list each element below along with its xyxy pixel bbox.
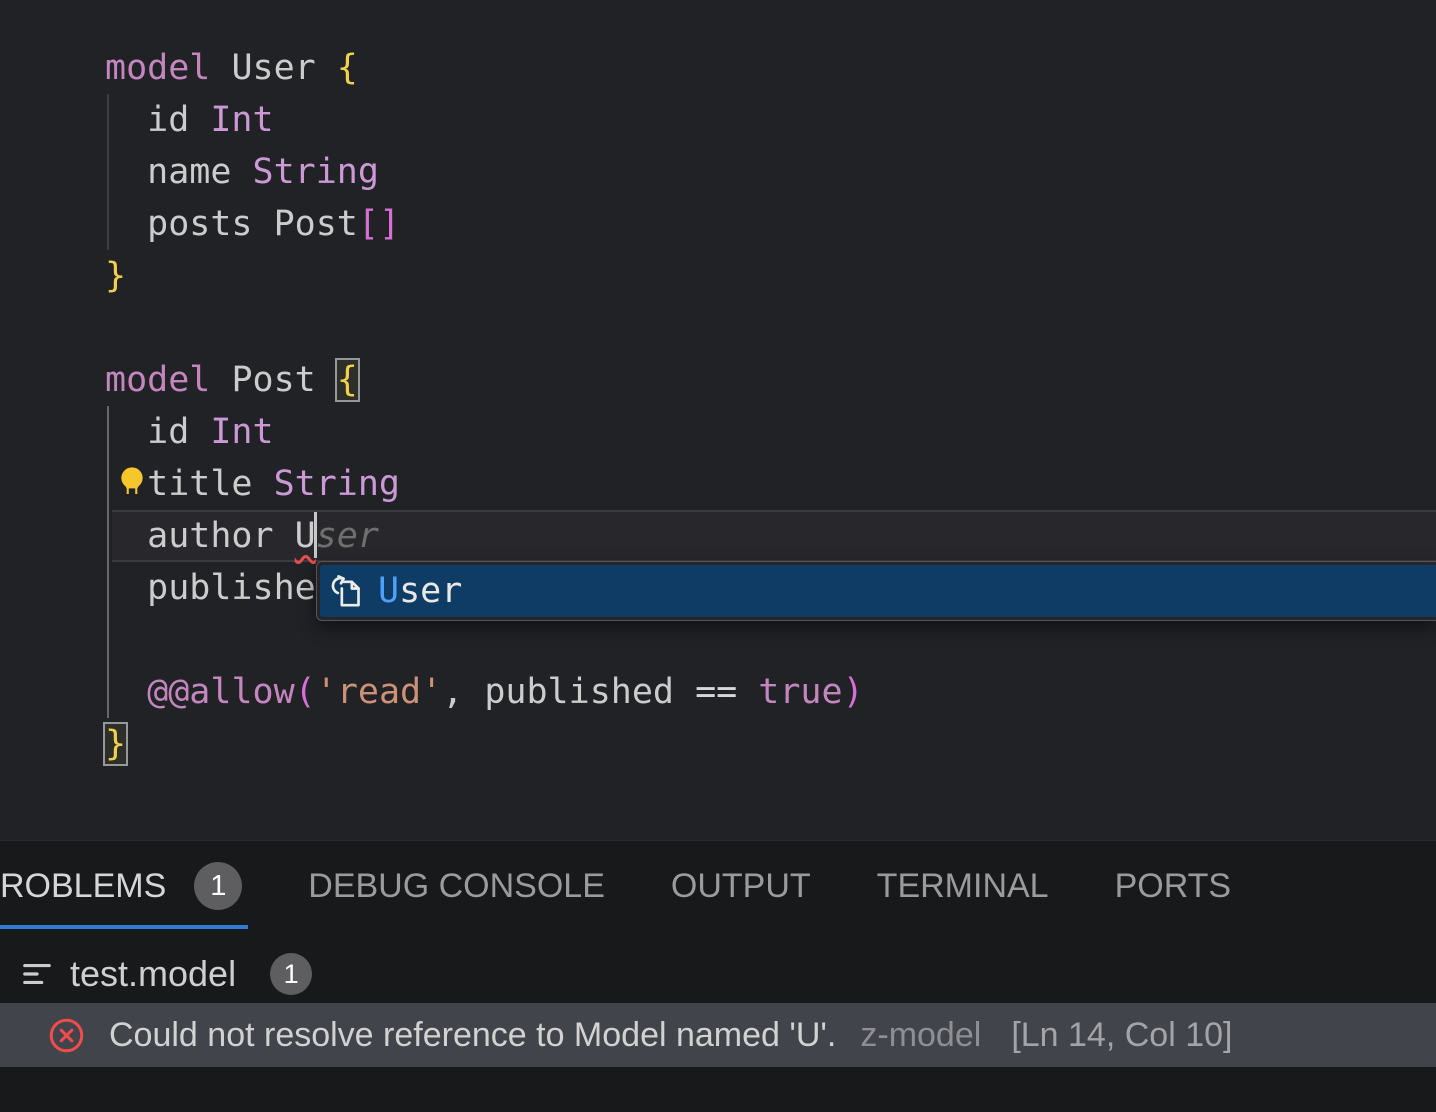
lightbulb-icon[interactable] xyxy=(116,464,148,504)
code-line[interactable]: model Post { xyxy=(0,354,1436,406)
problem-row[interactable]: Could not resolve reference to Model nam… xyxy=(0,1003,1436,1067)
code-token: 'read' xyxy=(316,672,442,712)
code-token: U xyxy=(295,516,316,556)
code-token: { xyxy=(337,48,358,88)
code-line[interactable]: id Int xyxy=(0,406,1436,458)
tab-badge: 1 xyxy=(194,862,242,910)
code-line[interactable]: name String xyxy=(0,146,1436,198)
code-token: String xyxy=(253,152,379,192)
problems-file-group[interactable]: test.model 1 xyxy=(0,945,1436,1003)
code-token: == xyxy=(695,672,758,712)
tab-output[interactable]: OUTPUT xyxy=(671,841,811,931)
suggest-item-user[interactable]: User xyxy=(320,565,1436,617)
code-line[interactable]: title String xyxy=(0,458,1436,510)
code-token: id xyxy=(105,100,210,140)
code-line[interactable]: author User xyxy=(0,510,1436,562)
code-token: Int xyxy=(210,412,273,452)
zmodel-file-icon xyxy=(22,959,52,989)
code-line[interactable]: @@allow('read', published == true) xyxy=(0,666,1436,718)
code-token: name xyxy=(105,152,253,192)
code-line[interactable]: } xyxy=(0,718,1436,770)
problem-source: z-model xyxy=(860,1016,981,1055)
code-token: Int xyxy=(210,100,273,140)
code-token: User xyxy=(231,48,336,88)
tab-label: TERMINAL xyxy=(877,867,1049,906)
suggest-label: User xyxy=(378,571,462,611)
tab-label: OUTPUT xyxy=(671,867,811,906)
tab-debug-console[interactable]: DEBUG CONSOLE xyxy=(308,841,605,931)
code-token: ) xyxy=(843,672,864,712)
code-token: @@allow xyxy=(147,672,295,712)
tab-label: PORTS xyxy=(1115,867,1232,906)
code-token: } xyxy=(105,256,126,296)
suggest-label-match: U xyxy=(378,571,399,611)
code-token: published xyxy=(484,672,695,712)
code-token: author xyxy=(105,516,295,556)
code-token: id xyxy=(105,412,210,452)
code-token: posts xyxy=(105,204,274,244)
error-icon xyxy=(48,1017,85,1054)
tab-label: ROBLEMS xyxy=(0,867,166,906)
bottom-panel: ROBLEMS 1 DEBUG CONSOLE OUTPUT TERMINAL PORTS… xyxy=(0,840,1436,1112)
suggest-widget: User xyxy=(316,561,1436,621)
code-line[interactable] xyxy=(0,302,1436,354)
text-cursor xyxy=(314,512,317,558)
code-token: , xyxy=(442,672,484,712)
code-token: ser xyxy=(316,516,379,556)
reference-icon xyxy=(326,571,366,611)
code-line[interactable]: } xyxy=(0,250,1436,302)
code-token: Post xyxy=(231,360,336,400)
suggest-label-rest: ser xyxy=(399,571,462,611)
tab-ports[interactable]: PORTS xyxy=(1115,841,1232,931)
problem-location: [Ln 14, Col 10] xyxy=(1011,1016,1232,1055)
bracket-match: } xyxy=(105,724,126,764)
code-editor[interactable]: model User { id Int name String posts Po… xyxy=(0,0,1436,840)
file-problem-count-badge: 1 xyxy=(270,953,312,995)
code-token xyxy=(105,672,147,712)
code-token: ( xyxy=(295,672,316,712)
code-token: true xyxy=(758,672,842,712)
tab-roblems[interactable]: ROBLEMS 1 xyxy=(0,841,242,931)
code-token: model xyxy=(105,48,231,88)
tab-terminal[interactable]: TERMINAL xyxy=(877,841,1049,931)
code-line[interactable]: posts Post[] xyxy=(0,198,1436,250)
code-token: [] xyxy=(358,204,400,244)
code-line[interactable] xyxy=(0,614,1436,666)
code-line[interactable]: id Int xyxy=(0,94,1436,146)
panel-tabs: ROBLEMS 1 DEBUG CONSOLE OUTPUT TERMINAL PORTS xyxy=(0,841,1436,931)
code-token: publishe xyxy=(105,568,316,608)
file-name: test.model xyxy=(70,953,236,995)
code-token: Post xyxy=(274,204,358,244)
tab-label: DEBUG CONSOLE xyxy=(308,867,605,906)
code-token: model xyxy=(105,360,231,400)
code-token: String xyxy=(274,464,400,504)
bracket-match: { xyxy=(337,360,358,400)
problem-message: Could not resolve reference to Model nam… xyxy=(109,1016,836,1055)
code-line[interactable]: model User { xyxy=(0,42,1436,94)
code-lines: model User { id Int name String posts Po… xyxy=(0,42,1436,770)
